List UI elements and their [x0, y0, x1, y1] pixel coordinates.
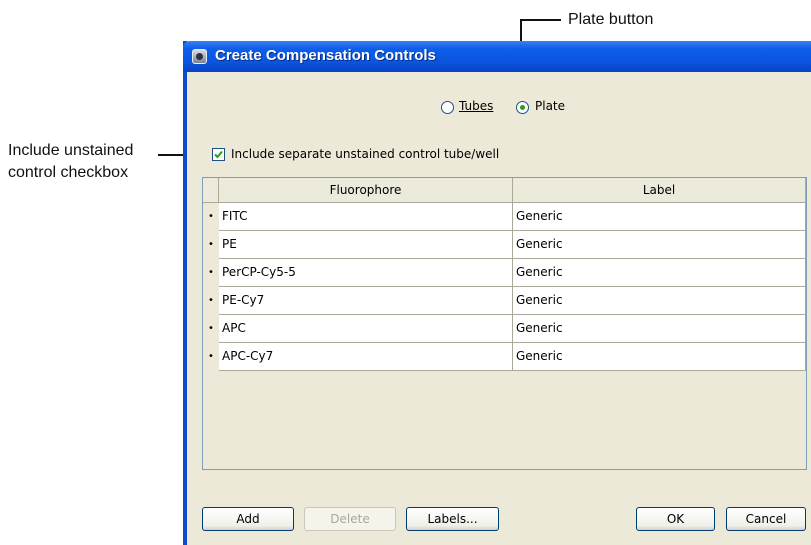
fluorophore-cell[interactable]: PerCP-Cy5-5: [219, 259, 513, 287]
label-cell[interactable]: Generic: [513, 315, 806, 343]
checkmark-icon: [214, 150, 223, 159]
plate-button-callout: Plate button: [568, 11, 654, 28]
fluorophore-table: Fluorophore Label • FITC Generic • PE Ge…: [202, 177, 807, 470]
delete-button[interactable]: Delete: [304, 507, 396, 531]
include-unstained-callout-line2: control checkbox: [8, 164, 129, 181]
row-marker: •: [208, 239, 214, 250]
tubes-radio-label[interactable]: Tubes: [459, 99, 493, 113]
row-marker: •: [208, 323, 214, 334]
table-row[interactable]: • APC-Cy7 Generic: [203, 343, 806, 371]
app-icon: [192, 49, 207, 64]
table-corner-header: [203, 178, 219, 203]
column-header-label[interactable]: Label: [513, 178, 806, 203]
row-marker: •: [208, 295, 214, 306]
dialog-title: Create Compensation Controls: [215, 47, 436, 64]
fluorophore-cell[interactable]: PE: [219, 231, 513, 259]
fluorophore-cell[interactable]: FITC: [219, 203, 513, 231]
fluorophore-cell[interactable]: APC-Cy7: [219, 343, 513, 371]
row-marker: •: [208, 211, 214, 222]
add-button[interactable]: Add: [202, 507, 294, 531]
titlebar[interactable]: Create Compensation Controls: [183, 41, 811, 72]
column-header-fluorophore[interactable]: Fluorophore: [219, 178, 513, 203]
cancel-button[interactable]: Cancel: [726, 507, 806, 531]
plate-radio-label[interactable]: Plate: [535, 99, 565, 113]
ok-button[interactable]: OK: [636, 507, 715, 531]
include-unstained-label[interactable]: Include separate unstained control tube/…: [231, 147, 499, 161]
label-cell[interactable]: Generic: [513, 287, 806, 315]
row-marker: •: [208, 267, 214, 278]
plate-callout-line-h: [521, 19, 561, 21]
label-cell[interactable]: Generic: [513, 259, 806, 287]
plate-radio[interactable]: [516, 101, 529, 114]
label-cell[interactable]: Generic: [513, 203, 806, 231]
table-row[interactable]: • APC Generic: [203, 315, 806, 343]
tubes-radio[interactable]: [441, 101, 454, 114]
row-marker: •: [208, 351, 214, 362]
include-unstained-callout: Include unstained control checkbox: [8, 140, 133, 184]
labels-button[interactable]: Labels...: [406, 507, 499, 531]
include-unstained-callout-line1: Include unstained: [8, 142, 134, 159]
label-cell[interactable]: Generic: [513, 231, 806, 259]
fluorophore-cell[interactable]: PE-Cy7: [219, 287, 513, 315]
label-cell[interactable]: Generic: [513, 343, 806, 371]
include-unstained-checkbox[interactable]: [212, 148, 225, 161]
fluorophore-cell[interactable]: APC: [219, 315, 513, 343]
table-row[interactable]: • PerCP-Cy5-5 Generic: [203, 259, 806, 287]
table-row[interactable]: • PE Generic: [203, 231, 806, 259]
table-row[interactable]: • PE-Cy7 Generic: [203, 287, 806, 315]
table-row[interactable]: • FITC Generic: [203, 203, 806, 231]
